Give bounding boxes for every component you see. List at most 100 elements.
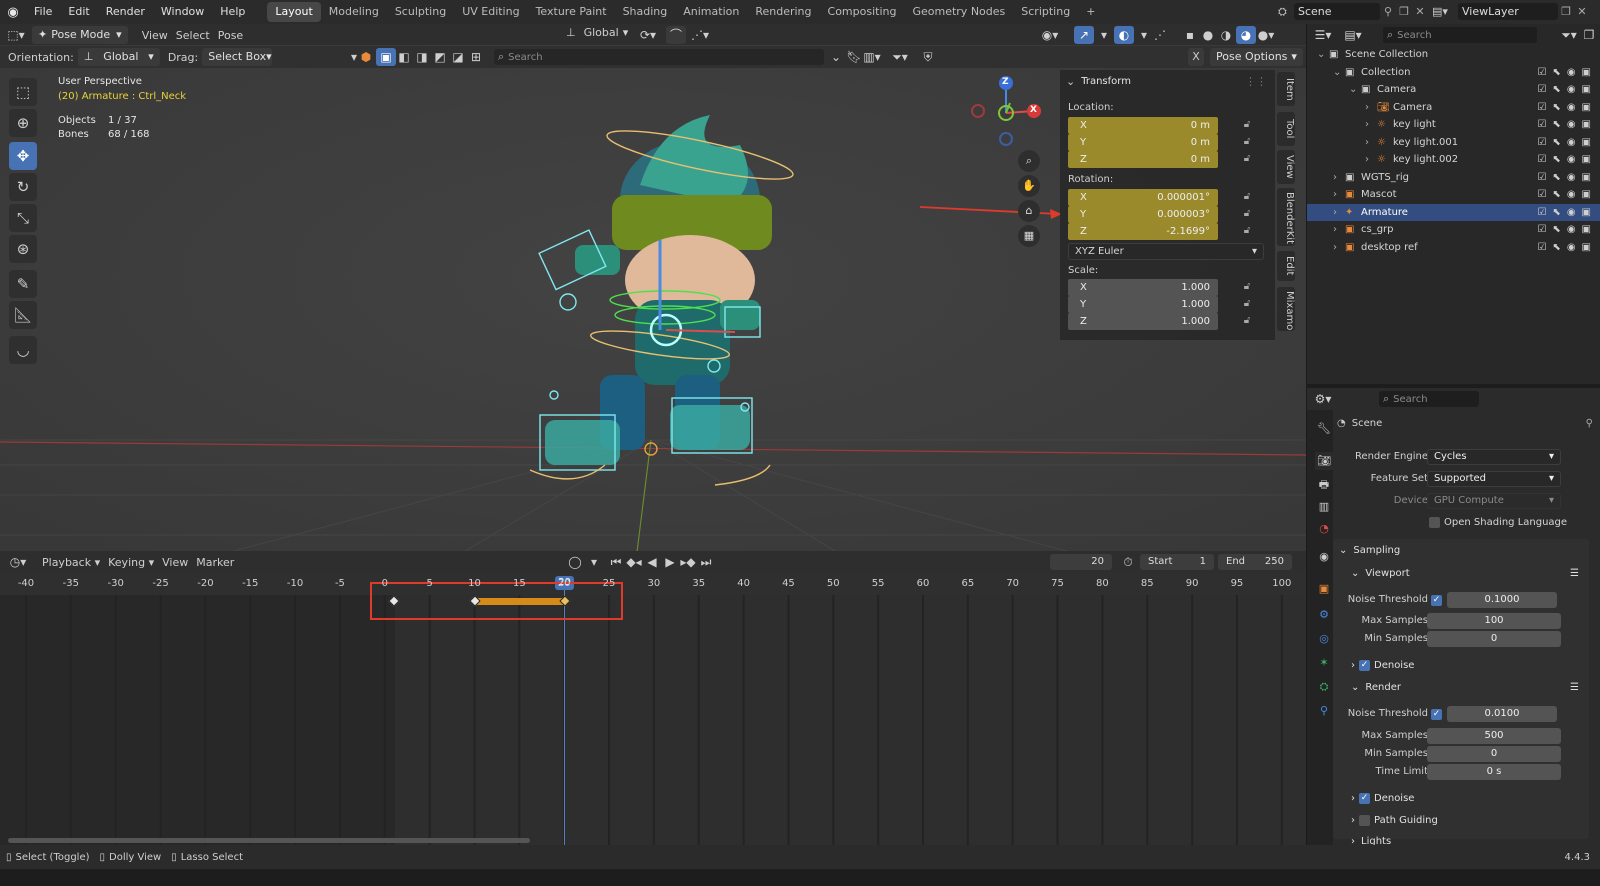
visibility-toggles[interactable]: ☑⬉◉▣ [1537, 189, 1597, 200]
tool-relax[interactable]: ◡ [9, 336, 37, 364]
select-extra-icon[interactable]: ⊞ [466, 48, 486, 66]
tab-modeling[interactable]: Modeling [321, 2, 387, 22]
jump-start-icon[interactable]: ⏮ [606, 553, 626, 571]
tab-texture-paint[interactable]: Texture Paint [528, 2, 615, 22]
sidebar-tab-edit[interactable]: Edit [1277, 251, 1295, 281]
outliner-row[interactable]: › ☼ key light ☑⬉◉▣ [1307, 116, 1600, 133]
expand-chevron-icon[interactable]: ⌄ [1317, 49, 1329, 60]
list-icon[interactable]: ☰ [1570, 682, 1579, 693]
view-layer-field[interactable]: ViewLayer [1458, 3, 1558, 20]
collapse-chevron-icon[interactable]: ⌄ [1066, 75, 1075, 88]
expand-chevron-icon[interactable]: › [1333, 172, 1345, 183]
list-icon[interactable]: ☰ [1570, 568, 1579, 579]
visibility-toggles[interactable]: ☑⬉◉▣ [1537, 84, 1597, 95]
properties-search[interactable]: ⌕ Search [1379, 391, 1479, 407]
close-layer-icon[interactable]: ✕ [1574, 5, 1590, 18]
tool-search-box[interactable]: ⌕ Search [494, 49, 824, 65]
location-z-field[interactable]: Z 0 m [1068, 151, 1218, 168]
sidebar-tab-mixamo[interactable]: Mixamo [1277, 287, 1295, 331]
vp-noise-field[interactable]: 0.1000 [1447, 592, 1557, 608]
menu-edit[interactable]: Edit [60, 0, 97, 24]
visibility-toggles[interactable]: ☑⬉◉▣ [1537, 119, 1597, 130]
viewport-subpanel-header[interactable]: ⌄ Viewport ☰ [1351, 568, 1589, 579]
menu-playback[interactable]: Playback ▾ [38, 556, 104, 569]
play-icon[interactable]: ▶ [660, 553, 680, 571]
menu-render[interactable]: Render [98, 0, 153, 24]
sidebar-tab-item[interactable]: Item [1277, 72, 1295, 106]
rotation-z-field[interactable]: Z -2.1699° [1068, 223, 1218, 240]
feature-set-dropdown[interactable]: Supported ▾ [1427, 471, 1561, 487]
menu-help[interactable]: Help [212, 0, 253, 24]
object-type-icon[interactable]: ⬢ [356, 48, 376, 66]
expand-chevron-icon[interactable]: › [1365, 137, 1377, 148]
editor-type-icon[interactable]: ⬚▾ [6, 26, 26, 44]
path-guiding-checkbox[interactable] [1359, 815, 1370, 826]
menu-select[interactable]: Select [172, 29, 214, 42]
start-frame-field[interactable]: Start 1 [1140, 554, 1214, 570]
sampling-header[interactable]: ⌄ Sampling [1339, 545, 1400, 556]
scale-z-field[interactable]: Z 1.000 [1068, 313, 1218, 330]
outliner-editor-icon[interactable]: ☰▾ [1313, 26, 1333, 44]
pan-hand-icon[interactable]: ✋ [1018, 175, 1040, 197]
rotation-y-field[interactable]: Y 0.000003° [1068, 206, 1218, 223]
select-mode-set-icon[interactable]: ▣ [376, 48, 396, 66]
copy-layer-icon[interactable]: ❐ [1558, 5, 1574, 18]
tab-rendering[interactable]: Rendering [747, 2, 819, 22]
tool-measure[interactable]: 📐︎ [9, 301, 37, 329]
overlay-toggle-icon[interactable]: ◐ [1114, 26, 1134, 44]
outliner-row[interactable]: › ▣ WGTS_rig ☑⬉◉▣ [1307, 169, 1600, 186]
tool-move[interactable]: ✥ [9, 142, 37, 170]
vp-denoise-header[interactable]: › ✓ Denoise [1351, 660, 1414, 671]
view-layer-tab-icon[interactable]: ▥ [1315, 498, 1333, 516]
bookmark-icon[interactable]: 🔖︎ [844, 48, 864, 66]
select-mode-subtract-icon[interactable]: ◨ [412, 48, 432, 66]
pivot-icon[interactable]: ⟳▾ [638, 26, 658, 44]
lock-icon[interactable]: 🔓︎ [1240, 153, 1254, 167]
tab-layout[interactable]: Layout [267, 2, 321, 22]
rotation-mode-dropdown[interactable]: XYZ Euler ▾ [1068, 243, 1264, 260]
time-limit-field[interactable]: 0 s [1427, 764, 1561, 780]
add-workspace-button[interactable]: + [1078, 2, 1103, 22]
scene-name-field[interactable]: Scene [1294, 3, 1380, 20]
render-subpanel-header[interactable]: ⌄ Render ☰ [1351, 682, 1589, 693]
outliner-row[interactable]: › ▣ cs_grp ☑⬉◉▣ [1307, 221, 1600, 238]
physics-tab-icon[interactable]: ◎ [1315, 630, 1333, 648]
expand-chevron-icon[interactable]: › [1333, 224, 1345, 235]
lock-icon[interactable]: 🔓︎ [1240, 225, 1254, 239]
scene-tab-icon[interactable]: ◔ [1315, 520, 1333, 538]
display-mode-icon[interactable]: ▥▾ [862, 48, 882, 66]
shading-solid-icon[interactable]: ● [1198, 26, 1218, 44]
select-mode-invert-icon[interactable]: ◩ [430, 48, 450, 66]
tool-scale[interactable]: ⤡ [9, 204, 37, 232]
tool-cursor[interactable]: ⊕ [9, 109, 37, 137]
tab-geometry-nodes[interactable]: Geometry Nodes [904, 2, 1013, 22]
osl-checkbox[interactable] [1429, 517, 1440, 528]
xray-icon[interactable]: ⋰ [1150, 26, 1170, 44]
menu-window[interactable]: Window [153, 0, 212, 24]
play-reverse-icon[interactable]: ◀ [642, 553, 662, 571]
stopwatch-icon[interactable]: ⏱ [1118, 553, 1138, 571]
r-denoise-checkbox[interactable]: ✓ [1359, 793, 1370, 804]
sidebar-tab-tool[interactable]: Tool [1277, 112, 1295, 146]
outliner-row[interactable]: ⌄ ▣ Collection ☑⬉◉▣ [1307, 64, 1600, 81]
expand-chevron-icon[interactable]: › [1333, 207, 1345, 218]
camera-view-icon[interactable]: ⌂ [1018, 200, 1040, 222]
menu-view-timeline[interactable]: View [158, 556, 192, 569]
rotation-x-field[interactable]: X 0.000001° [1068, 189, 1218, 206]
sidebar-tab-view[interactable]: View [1277, 150, 1295, 184]
render-tab-icon[interactable]: 📷︎ [1315, 452, 1333, 470]
gizmo-x-label[interactable]: X [1030, 105, 1037, 115]
visibility-icon[interactable]: ◉▾ [1040, 26, 1060, 44]
filter-icon[interactable]: ⏷▾ [890, 48, 910, 66]
tab-animation[interactable]: Animation [675, 2, 747, 22]
tool-annotate[interactable]: ✎ [9, 270, 37, 298]
outliner-row[interactable]: ⌄ ▣ Scene Collection [1307, 46, 1600, 63]
lock-icon[interactable]: 🔓︎ [1240, 208, 1254, 222]
visibility-toggles[interactable]: ☑⬉◉▣ [1537, 172, 1597, 183]
tool-select-box[interactable]: ⬚ [9, 78, 37, 106]
zoom-icon[interactable]: ⌕ [1018, 150, 1040, 172]
modifier-tab-icon[interactable]: ⚙ [1315, 606, 1333, 624]
lock-icon[interactable]: 🔓︎ [1240, 315, 1254, 329]
expand-chevron-icon[interactable]: ⌄ [1349, 84, 1361, 95]
record-icon[interactable]: ◯ [565, 553, 585, 571]
